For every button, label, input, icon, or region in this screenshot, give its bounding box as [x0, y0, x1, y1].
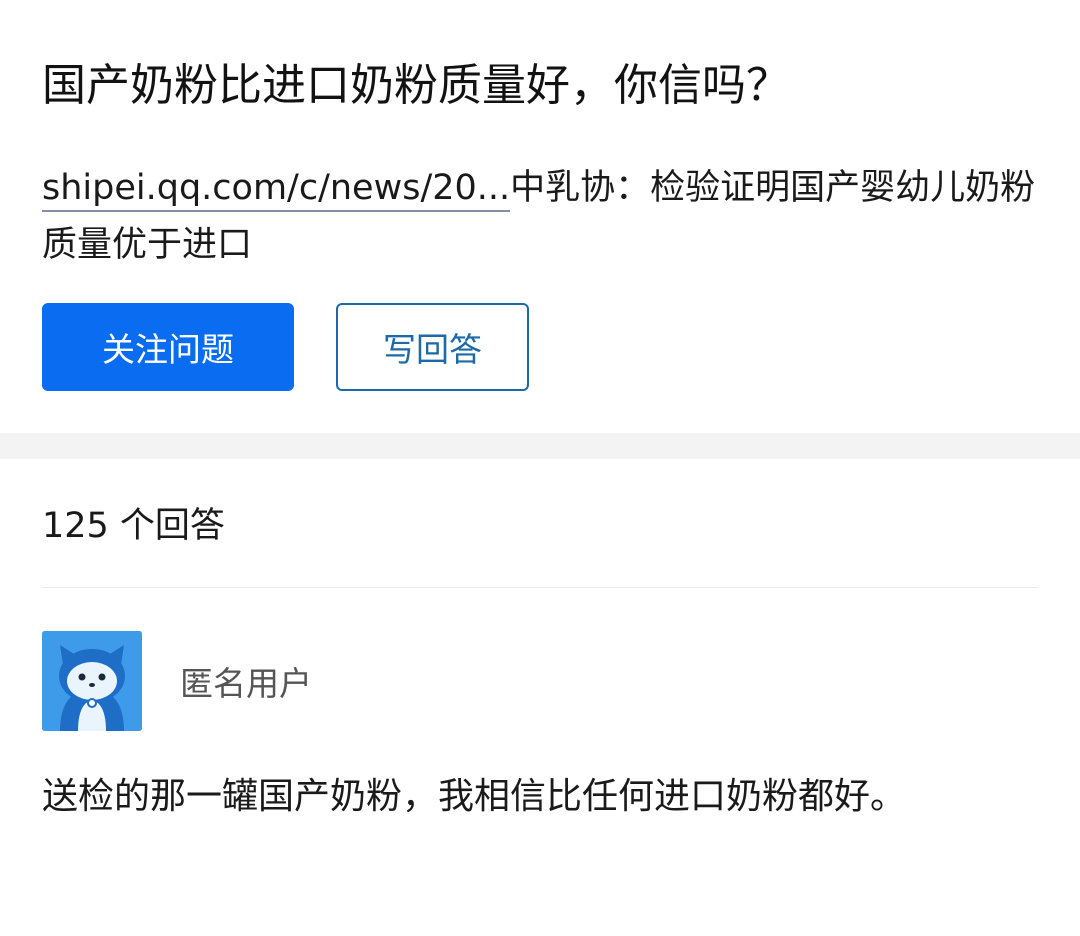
- question-detail: shipei.qq.com/c/news/20...中乳协：检验证明国产婴幼儿奶…: [42, 160, 1042, 274]
- section-divider: [0, 433, 1080, 459]
- write-answer-button[interactable]: 写回答: [336, 303, 529, 391]
- answer-list-divider: [42, 587, 1038, 588]
- question-card: 国产奶粉比进口奶粉质量好，你信吗？ shipei.qq.com/c/news/2…: [0, 0, 1080, 433]
- question-title[interactable]: 国产奶粉比进口奶粉质量好，你信吗？: [42, 56, 1042, 116]
- question-source-link[interactable]: shipei.qq.com/c/news/20...: [42, 168, 511, 212]
- answer-author-name[interactable]: 匿名用户: [180, 662, 312, 706]
- follow-question-button[interactable]: 关注问题: [42, 303, 294, 391]
- anonymous-user-avatar-icon[interactable]: [42, 631, 142, 731]
- answer-content[interactable]: 送检的那一罐国产奶粉，我相信比任何进口奶粉都好。: [42, 767, 1042, 827]
- answer-count: 125 个回答: [42, 506, 225, 546]
- answers-section: 125 个回答 匿名用户 送检的那一罐国产奶粉，我相信比任何进口奶粉都好。: [0, 459, 1080, 936]
